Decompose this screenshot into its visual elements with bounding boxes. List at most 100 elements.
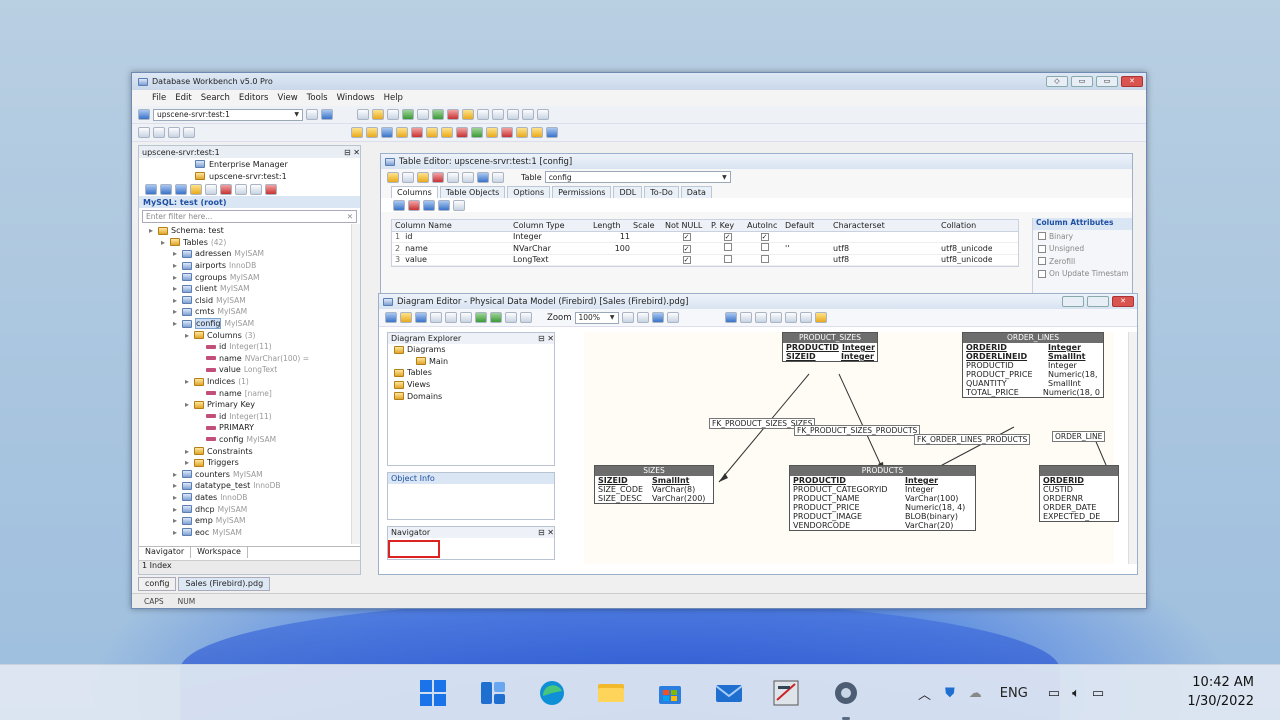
tree-node[interactable]: config MyISAM (139, 434, 360, 446)
pointer-icon[interactable] (724, 312, 737, 323)
tree-node[interactable]: ▸ config MyISAM (139, 318, 360, 330)
column-name-cell[interactable]: 1 id (392, 232, 510, 241)
tab-data[interactable]: Data (680, 186, 712, 198)
tree-node[interactable]: ▸ emp MyISAM (139, 515, 360, 527)
pkey-cell[interactable]: ✓ (708, 232, 744, 242)
chart-icon[interactable] (411, 127, 423, 138)
view-icon[interactable] (492, 109, 504, 120)
help-window-button[interactable]: ◇ (1046, 76, 1068, 87)
expand-icon[interactable]: ▸ (173, 528, 179, 537)
add-view-icon[interactable] (769, 312, 782, 323)
column-header[interactable]: Not NULL (662, 221, 708, 230)
tree-node[interactable]: ▸ adressen MyISAM (139, 248, 360, 260)
tree-node[interactable]: ▸ airports InnoDB (139, 260, 360, 272)
server-item[interactable]: upscene-srvr:test:1 (139, 170, 360, 182)
autoinc-checkbox[interactable] (760, 243, 769, 252)
open-diagram-icon[interactable] (400, 312, 412, 323)
pin-icon[interactable]: ⊟ ✕ (344, 148, 360, 157)
zoom-out-icon[interactable] (636, 312, 649, 323)
security-icon[interactable]: ⛊ (945, 686, 955, 701)
entity-products[interactable]: PRODUCTS PRODUCTID Integer PRODUCT_CATEGORY… (789, 465, 976, 531)
expand-icon[interactable]: ▸ (173, 296, 179, 305)
options-icon[interactable] (492, 171, 504, 183)
entity-orders[interactable]: ORDERID CUSTID ORDERNR ORDER_DATE EXPECTED_D… (1039, 465, 1119, 522)
column-header[interactable]: Characterset (830, 221, 938, 230)
network-icon[interactable]: ▭ (1048, 686, 1060, 701)
doc-tab-config[interactable]: config (138, 577, 177, 591)
enterprise-manager-item[interactable]: Enterprise Manager (139, 158, 360, 170)
notnull-cell[interactable]: ✓ (662, 244, 708, 253)
tree-node[interactable]: ▸ Triggers (139, 457, 360, 469)
move-up-icon[interactable] (423, 199, 435, 211)
mail-icon[interactable] (714, 678, 744, 708)
type-cell[interactable]: LongText (510, 255, 590, 264)
charset-cell[interactable]: utf8 (830, 244, 938, 253)
tree-node[interactable]: name [name] (139, 387, 360, 399)
expand-icon[interactable]: ▸ (185, 447, 191, 456)
battery-icon[interactable]: ▭ (1092, 686, 1104, 701)
tree-node[interactable]: ▸ clsid MyISAM (139, 295, 360, 307)
database-workbench-icon[interactable] (771, 678, 801, 708)
table-row[interactable]: 1 id Integer 11 ✓ ✓ ✓ (392, 232, 1018, 243)
tree-node[interactable]: id Integer(11) (139, 341, 360, 353)
diagram-close-button[interactable]: ✕ (1112, 296, 1134, 307)
cut-icon[interactable] (153, 127, 165, 138)
remove-column-icon[interactable] (408, 199, 420, 211)
explorer-item[interactable]: Main (394, 356, 554, 368)
more-icon[interactable] (265, 183, 277, 195)
expand-icon[interactable]: ▸ (173, 261, 179, 270)
grid-icon[interactable] (402, 109, 414, 120)
gear-diagram-icon[interactable] (520, 312, 532, 323)
autoinc-cell[interactable] (744, 254, 782, 265)
refresh-tree-icon[interactable] (175, 183, 187, 195)
print-diagram-icon[interactable] (445, 312, 457, 323)
debug-icon[interactable] (456, 127, 468, 138)
table-combo[interactable]: config ▼ (544, 171, 731, 183)
table-row[interactable]: 2 name NVarChar 100 ✓ '' utf8 utf8_unicode (392, 243, 1018, 255)
tree-node[interactable]: ▸ Constraints (139, 445, 360, 457)
copy-icon[interactable] (168, 127, 180, 138)
save-icon[interactable] (387, 171, 399, 183)
tab-workspace[interactable]: Workspace (191, 547, 248, 558)
import-icon[interactable] (537, 109, 549, 120)
disconnect-icon[interactable] (160, 183, 172, 195)
explorer-item[interactable]: Tables (394, 367, 554, 379)
zoom-combo[interactable]: 100% ▼ (574, 311, 619, 324)
explorer-item[interactable]: Views (394, 379, 554, 391)
export-diagram-icon[interactable] (430, 312, 442, 323)
explorer-close-icon[interactable]: ⊟ ✕ (538, 334, 554, 343)
window-list-icon[interactable] (546, 127, 558, 138)
menu-view[interactable]: View (278, 93, 298, 103)
diagram-maximize-button[interactable] (1087, 296, 1109, 307)
column-name-cell[interactable]: 2 name (392, 244, 510, 253)
print-icon[interactable] (138, 127, 150, 138)
on-update-option[interactable]: On Update Timestam (1033, 268, 1132, 281)
tree-node[interactable]: id Integer(11) (139, 411, 360, 423)
compare-icon[interactable] (381, 127, 393, 138)
folder-icon[interactable] (372, 109, 384, 120)
type-cell[interactable]: Integer (510, 232, 590, 241)
expand-icon[interactable]: ▸ (185, 331, 191, 340)
column-header[interactable]: Collation (938, 221, 992, 230)
length-cell[interactable]: 100 (590, 244, 630, 253)
add-table-icon[interactable] (754, 312, 767, 323)
tree-node[interactable]: value LongText (139, 364, 360, 376)
notnull-checkbox[interactable]: ✓ (682, 244, 691, 253)
entity-order-lines[interactable]: ORDER_LINES ORDERID Integer ORDERLINEID Smal… (962, 332, 1104, 398)
default-cell[interactable]: '' (782, 244, 830, 253)
procedure-icon[interactable] (432, 109, 444, 120)
sql-run-icon[interactable] (250, 183, 262, 195)
grid-toggle-icon[interactable] (666, 312, 679, 323)
entity-product-sizes[interactable]: PRODUCT_SIZES PRODUCTID Integer SIZEID Integ… (782, 332, 878, 362)
tree-node[interactable]: ▸ cmts MyISAM (139, 306, 360, 318)
add-relation-icon[interactable] (784, 312, 797, 323)
widgets-icon[interactable] (478, 678, 508, 708)
pkey-cell[interactable] (708, 243, 744, 253)
menu-editors[interactable]: Editors (239, 93, 269, 103)
column-name-cell[interactable]: 3 value (392, 255, 510, 264)
maximize-button[interactable]: ▭ (1096, 76, 1118, 87)
wizard-icon[interactable] (366, 127, 378, 138)
tab-table-objects[interactable]: Table Objects (439, 186, 506, 198)
autoinc-checkbox[interactable]: ✓ (760, 233, 769, 242)
paste-icon[interactable] (183, 127, 195, 138)
